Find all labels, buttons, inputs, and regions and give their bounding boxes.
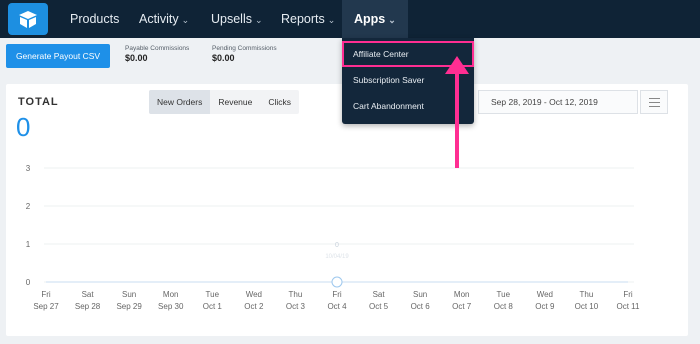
x-tick-day: Sun xyxy=(413,290,427,299)
nav-products-label: Products xyxy=(70,12,120,26)
tooltip-date: 10/04/19 xyxy=(325,254,349,260)
pending-commissions-value: $0.00 xyxy=(212,53,235,63)
chevron-down-icon: ⌄ xyxy=(388,15,396,25)
hover-point xyxy=(331,276,343,288)
x-tick-day: Fri xyxy=(623,290,633,299)
menu-item-affiliate-center[interactable]: Affiliate Center xyxy=(342,41,474,67)
y-tick-label: 2 xyxy=(26,202,31,211)
x-tick-day: Wed xyxy=(246,290,262,299)
x-tick-date: Oct 8 xyxy=(494,302,514,311)
x-tick-date: Oct 5 xyxy=(369,302,389,311)
nav-apps-label: Apps xyxy=(354,12,386,26)
y-tick-label: 1 xyxy=(26,240,31,249)
nav-activity-label: Activity xyxy=(139,12,179,26)
nav-upsells[interactable]: Upsells ⌄ xyxy=(211,0,263,38)
x-tick-date: Oct 3 xyxy=(286,302,306,311)
chevron-down-icon: ⌄ xyxy=(181,15,190,25)
nav-upsells-label: Upsells xyxy=(211,12,252,26)
x-tick-day: Mon xyxy=(163,290,179,299)
x-tick-date: Sep 30 xyxy=(158,302,184,311)
x-tick-day: Tue xyxy=(497,290,511,299)
logo[interactable] xyxy=(8,3,48,35)
x-tick-day: Wed xyxy=(537,290,553,299)
x-tick-day: Thu xyxy=(580,290,594,299)
x-tick-date: Oct 6 xyxy=(411,302,431,311)
pending-commissions-label: Pending Commissions xyxy=(212,45,277,52)
x-tick-date: Oct 4 xyxy=(327,302,347,311)
nav-apps[interactable]: Apps ⌄ xyxy=(342,0,408,38)
pending-commissions: Pending Commissions $0.00 xyxy=(212,45,277,63)
payable-commissions-value: $0.00 xyxy=(125,53,148,63)
payable-commissions-label: Payable Commissions xyxy=(125,45,190,52)
x-tick-day: Sat xyxy=(82,290,95,299)
x-tick-date: Oct 1 xyxy=(203,302,223,311)
chevron-down-icon: ⌄ xyxy=(327,15,336,25)
y-tick-label: 0 xyxy=(26,278,31,287)
nav-activity[interactable]: Activity ⌄ xyxy=(139,0,189,38)
x-tick-date: Oct 7 xyxy=(452,302,472,311)
box-icon xyxy=(19,11,37,28)
x-tick-day: Fri xyxy=(332,290,342,299)
x-tick-date: Oct 11 xyxy=(617,302,641,311)
nav-reports-label: Reports xyxy=(281,12,325,26)
chevron-down-icon: ⌄ xyxy=(255,15,263,25)
x-tick-date: Sep 29 xyxy=(116,302,142,311)
x-tick-date: Oct 2 xyxy=(244,302,264,311)
apps-dropdown-menu: Affiliate Center Subscription Saver Cart… xyxy=(342,38,474,124)
x-tick-day: Fri xyxy=(41,290,51,299)
nav-reports[interactable]: Reports ⌄ xyxy=(281,0,335,38)
x-tick-date: Oct 10 xyxy=(575,302,599,311)
top-navbar: Products Activity ⌄ Upsells ⌄ Reports ⌄ App… xyxy=(0,0,700,38)
x-tick-date: Sep 27 xyxy=(33,302,59,311)
menu-item-cart-abandonment[interactable]: Cart Abandonment xyxy=(342,93,474,119)
tooltip-value: 0 xyxy=(335,242,339,249)
y-tick-label: 3 xyxy=(26,164,31,173)
nav-products[interactable]: Products xyxy=(70,0,119,38)
x-tick-day: Sun xyxy=(122,290,136,299)
x-tick-day: Mon xyxy=(454,290,470,299)
x-tick-date: Oct 9 xyxy=(535,302,555,311)
generate-payout-csv-button[interactable]: Generate Payout CSV xyxy=(6,44,110,68)
menu-item-subscription-saver[interactable]: Subscription Saver xyxy=(342,67,474,93)
x-tick-day: Tue xyxy=(206,290,220,299)
x-tick-day: Thu xyxy=(289,290,303,299)
x-tick-day: Sat xyxy=(373,290,386,299)
x-tick-date: Sep 28 xyxy=(75,302,101,311)
payable-commissions: Payable Commissions $0.00 xyxy=(125,45,189,63)
